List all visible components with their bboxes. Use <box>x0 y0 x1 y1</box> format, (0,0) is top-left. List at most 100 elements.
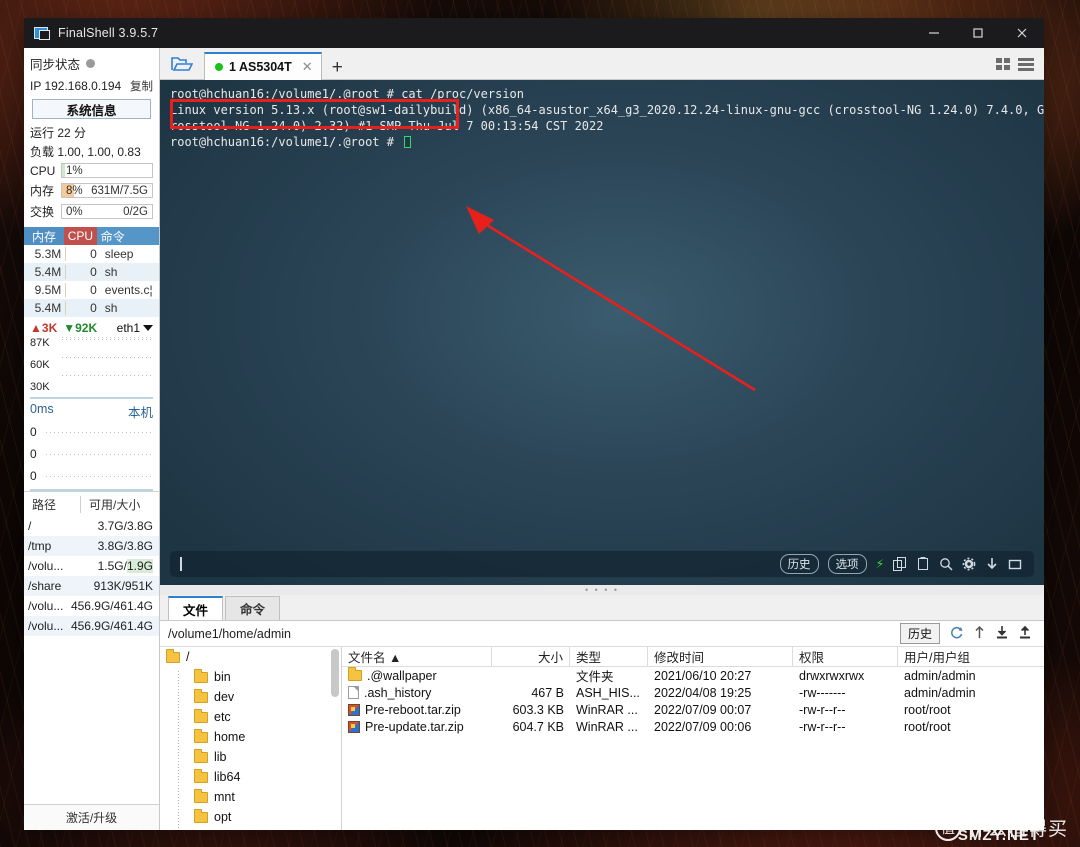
process-table-body: 5.3M 0 sleep 5.4M 0 sh 9.5M 0 events.c¦ 5.4M 0 sh <box>24 245 159 317</box>
process-col-cpu[interactable]: CPU <box>64 227 97 245</box>
folder-icon <box>194 788 208 803</box>
window-icon[interactable] <box>1008 557 1022 571</box>
tree-item-opt[interactable]: opt <box>160 807 341 827</box>
tab-commands[interactable]: 命令 <box>225 596 281 620</box>
paste-icon[interactable] <box>916 557 930 571</box>
process-col-cmd[interactable]: 命令 <box>96 227 159 245</box>
disk-col-path: 路径 <box>32 498 57 512</box>
process-row[interactable]: 5.4M 0 sh <box>24 299 159 317</box>
terminal-options-button[interactable]: 选项 <box>827 554 867 574</box>
process-row[interactable]: 5.3M 0 sleep <box>24 245 159 263</box>
process-row[interactable]: 9.5M 0 events.c¦ <box>24 281 159 299</box>
tab-close-icon[interactable]: ✕ <box>302 59 313 75</box>
folder-icon <box>194 728 208 743</box>
column-header-size[interactable]: 大小 <box>492 647 570 666</box>
sync-status-row: 同步状态 <box>24 48 159 76</box>
ping-row: 0 <box>30 465 153 487</box>
copy-icon[interactable] <box>893 557 907 571</box>
disk-row[interactable]: /volu... 1.5G/1.9G <box>24 556 159 576</box>
list-view-icon[interactable] <box>1018 57 1034 71</box>
tree-scrollbar[interactable] <box>331 649 339 697</box>
file-name: .ash_history <box>364 685 432 700</box>
disk-row[interactable]: /volu... 456.9G/461.4G <box>24 616 159 636</box>
tab-as5304t[interactable]: 1 AS5304T ✕ <box>204 52 322 80</box>
directory-tree[interactable]: / bin dev etc home lib lib64 mnt opt <box>160 647 342 830</box>
download-file-icon[interactable] <box>995 625 1009 643</box>
tree-item-label: opt <box>214 810 232 824</box>
disk-path: / <box>28 519 32 533</box>
terminal-output[interactable]: root@hchuan16:/volume1/.@root # cat /pro… <box>160 80 1044 585</box>
window-body: 同步状态 IP 192.168.0.194 复制 系统信息 运行 22 分 负载… <box>24 48 1044 830</box>
uptime-label: 运行 22 分 <box>30 126 87 140</box>
system-info-button[interactable]: 系统信息 <box>32 99 151 119</box>
open-folder-icon <box>171 57 193 71</box>
column-header-permissions[interactable]: 权限 <box>793 647 898 666</box>
grid-view-icon[interactable] <box>996 57 1012 71</box>
activate-upgrade-button[interactable]: 激活/升级 <box>24 804 159 830</box>
file-row[interactable]: Pre-update.tar.zip 604.7 KB WinRAR ... 2022… <box>342 718 1044 735</box>
new-tab-button[interactable]: + <box>322 58 353 79</box>
tree-item-root[interactable]: / <box>160 647 341 667</box>
disk-path: /volu... <box>28 599 64 613</box>
network-interface-selector[interactable]: eth1 <box>117 321 153 335</box>
file-name-cell: .ash_history <box>342 684 492 701</box>
process-row[interactable]: 5.4M 0 sh <box>24 263 159 281</box>
search-icon[interactable] <box>939 557 953 571</box>
column-header-name[interactable]: 文件名 ▲ <box>342 647 492 666</box>
tree-item-dev[interactable]: dev <box>160 687 341 707</box>
file-history-button[interactable]: 历史 <box>899 623 940 644</box>
process-col-mem[interactable]: 内存 <box>24 227 65 245</box>
upload-file-icon[interactable] <box>1018 625 1032 643</box>
folder-icon <box>194 688 208 703</box>
disk-row[interactable]: / 3.7G/3.8G <box>24 516 159 536</box>
tree-item-label: mnt <box>214 790 235 804</box>
tree-item-home[interactable]: home <box>160 727 341 747</box>
tree-item-etc[interactable]: etc <box>160 707 341 727</box>
close-button[interactable] <box>1000 18 1044 48</box>
terminal-command-input[interactable]: 历史 选项 ⚡ <box>170 551 1034 577</box>
maximize-button[interactable] <box>956 18 1000 48</box>
column-header-owner[interactable]: 用户/用户组 <box>898 647 1044 666</box>
tree-item-lib[interactable]: lib <box>160 747 341 767</box>
download-icon[interactable] <box>985 557 999 571</box>
tree-item-mnt[interactable]: mnt <box>160 787 341 807</box>
folder-icon <box>348 667 362 681</box>
tree-item-bin[interactable]: bin <box>160 667 341 687</box>
meter-bar: 1% <box>61 163 153 178</box>
bolt-icon[interactable]: ⚡ <box>876 556 884 572</box>
disk-usage: 456.9G/461.4G <box>70 599 153 613</box>
ping-latency: 0ms <box>30 402 54 416</box>
network-header: ▲3K ▼92K eth1 <box>24 317 159 337</box>
tab-files[interactable]: 文件 <box>168 596 224 620</box>
file-path-bar[interactable]: /volume1/home/admin 历史 <box>160 621 1044 647</box>
tree-item-label: bin <box>214 670 231 684</box>
ytick-0: 87K <box>30 337 50 349</box>
meter-label: CPU <box>30 163 56 178</box>
disk-row[interactable]: /volu... 456.9G/461.4G <box>24 596 159 616</box>
upload-arrow-icon[interactable] <box>973 625 986 643</box>
refresh-icon[interactable] <box>949 625 964 643</box>
minimize-button[interactable] <box>912 18 956 48</box>
meter-detail: 0/2G <box>123 205 148 218</box>
ping-host-label: 本机 <box>127 406 153 420</box>
panel-resize-handle[interactable]: • • • • <box>160 585 1044 595</box>
column-header-mtime[interactable]: 修改时间 <box>648 647 793 666</box>
disk-row[interactable]: /tmp 3.8G/3.8G <box>24 536 159 556</box>
disk-row[interactable]: /share 913K/951K <box>24 576 159 596</box>
open-folder-button[interactable] <box>160 49 204 79</box>
file-list[interactable]: 文件名 ▲ 大小 类型 修改时间 权限 用户/用户组 .@wallpaper 文件… <box>342 647 1044 830</box>
gear-icon[interactable] <box>962 557 976 571</box>
file-row[interactable]: Pre-reboot.tar.zip 603.3 KB WinRAR ... 2022… <box>342 701 1044 718</box>
file-row[interactable]: .ash_history 467 B ASH_HIS... 2022/04/08 19… <box>342 684 1044 701</box>
column-header-type[interactable]: 类型 <box>570 647 648 666</box>
sync-status-label: 同步状态 <box>30 58 81 72</box>
disk-usage: 456.9G/461.4G <box>70 619 153 633</box>
copy-ip-button[interactable]: 复制 <box>130 78 153 94</box>
disk-col-size: 可用/大小 <box>80 496 155 513</box>
file-row[interactable]: .@wallpaper 文件夹 2021/06/10 20:27 drwxrwxrwx… <box>342 667 1044 684</box>
process-cpu: 0 <box>90 301 97 315</box>
tree-item-lib64[interactable]: lib64 <box>160 767 341 787</box>
folder-icon <box>194 708 208 723</box>
terminal-history-button[interactable]: 历史 <box>779 554 819 574</box>
meter-bar: 8% 631M/7.5G <box>61 183 153 198</box>
